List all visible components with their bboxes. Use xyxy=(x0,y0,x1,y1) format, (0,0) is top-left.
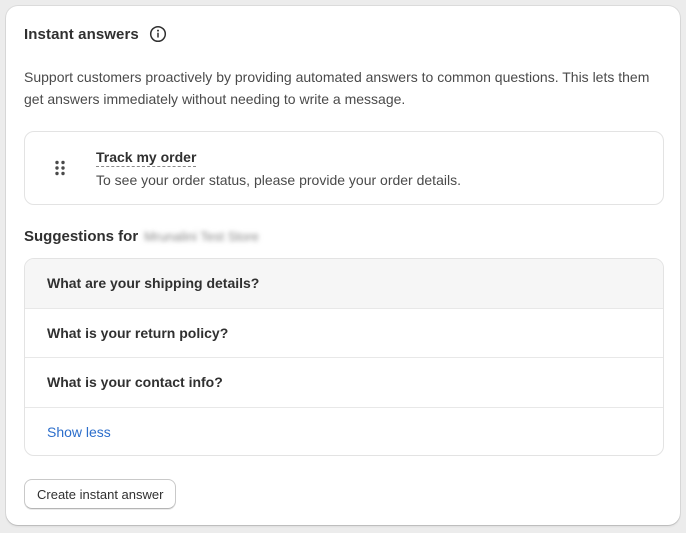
suggestions-heading: Suggestions for Mrunalini Test Store xyxy=(24,228,259,245)
store-name: Mrunalini Test Store xyxy=(144,229,259,244)
card-header: Instant answers xyxy=(24,25,167,43)
suggestions-heading-label: Suggestions for xyxy=(24,228,139,245)
info-icon[interactable] xyxy=(149,25,167,43)
suggestion-item[interactable]: What are your shipping details? xyxy=(25,259,663,309)
instant-answer-item[interactable]: Track my order To see your order status,… xyxy=(24,131,664,205)
suggestion-item[interactable]: What is your contact info? xyxy=(25,358,663,408)
suggestions-list: What are your shipping details? What is … xyxy=(24,258,664,456)
create-instant-answer-button[interactable]: Create instant answer xyxy=(24,479,177,509)
instant-answers-card: Instant answers Support customers proact… xyxy=(6,6,680,525)
instant-answer-subtitle: To see your order status, please provide… xyxy=(96,172,461,188)
suggestion-item[interactable]: What is your return policy? xyxy=(25,309,663,358)
drag-handle-icon[interactable] xyxy=(54,160,66,176)
card-description: Support customers proactively by providi… xyxy=(24,69,650,107)
card-title: Instant answers xyxy=(24,25,139,43)
instant-answer-title[interactable]: Track my order xyxy=(96,149,197,167)
show-less-link[interactable]: Show less xyxy=(25,408,663,456)
